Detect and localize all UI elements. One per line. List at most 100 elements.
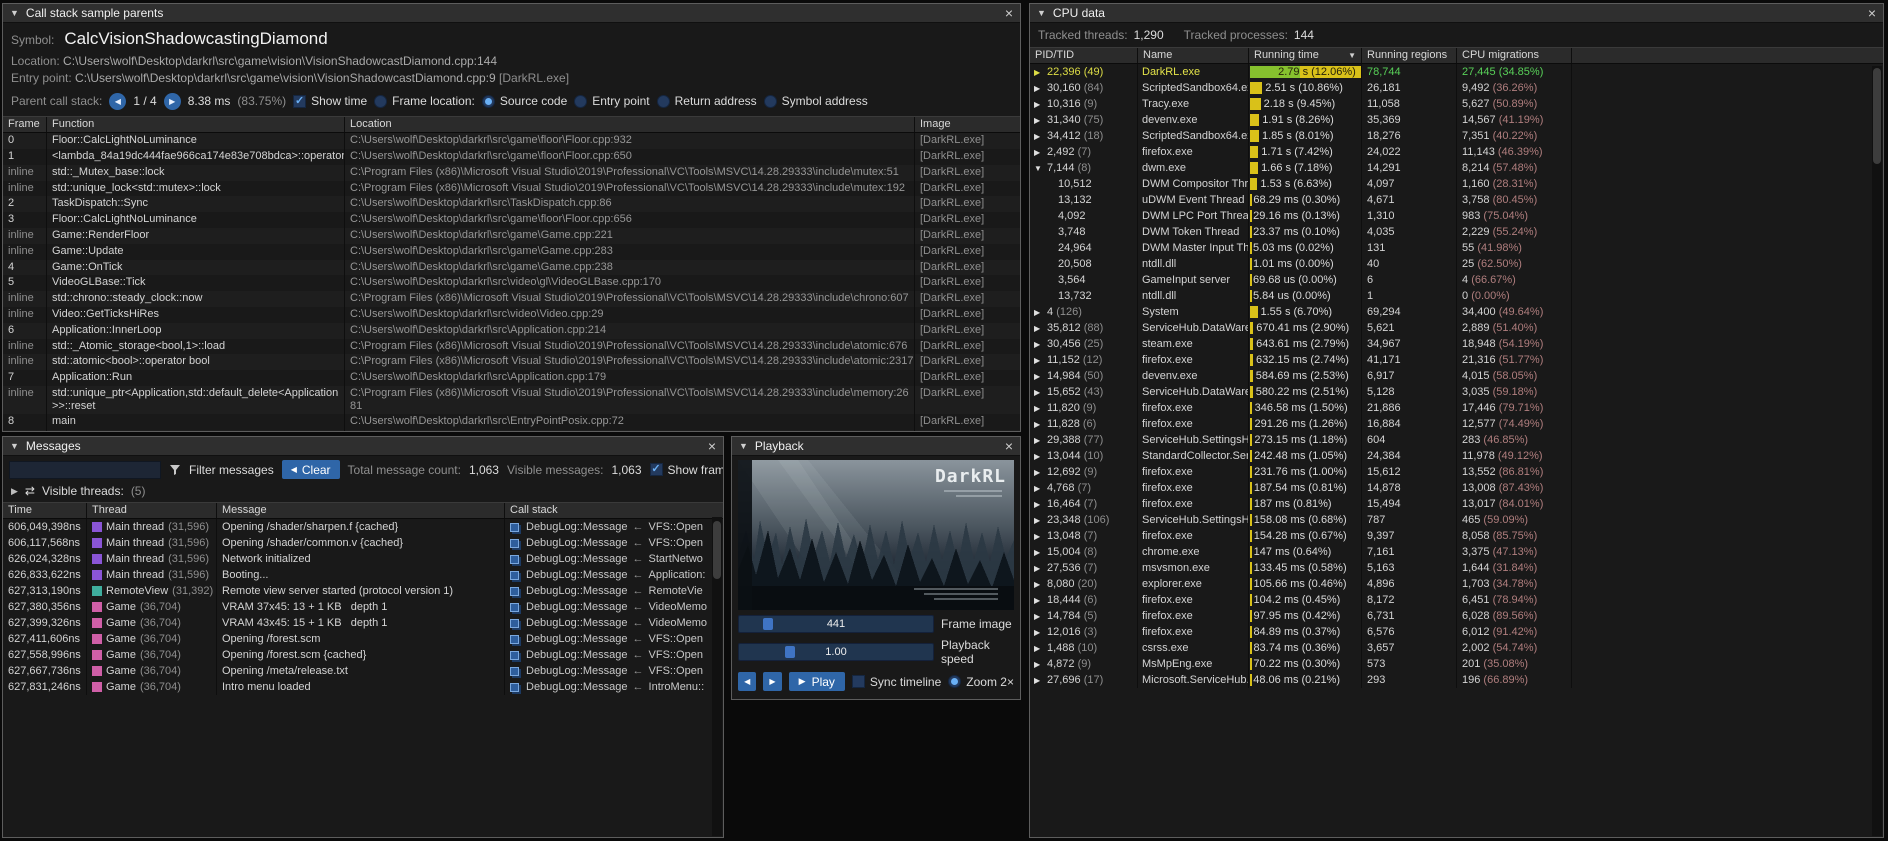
cell-callstack[interactable]: DebugLog::Message ← VFS::Open [505,663,723,679]
expand-icon[interactable]: ▼ [1034,161,1047,176]
cpu-process-row[interactable]: ▶10,316 (9) Tracy.exe 2.18 s (9.45%) 11,… [1030,96,1883,112]
cell-callstack[interactable]: DebugLog::Message ← VideoMemo [505,615,723,631]
callstack-row[interactable]: inline Video::GetTicksHiRes C:\Users\wol… [3,307,1020,323]
radio-symbol-address[interactable]: Symbol address [764,94,868,108]
cpu-process-row[interactable]: 10,512 DWM Compositor Thread 1.53 s (6.6… [1030,176,1883,192]
cpu-process-row[interactable]: ▶11,828 (6) firefox.exe 291.26 ms (1.26%… [1030,416,1883,432]
messages-scrollbar[interactable] [712,517,722,836]
cpu-process-row[interactable]: 20,508 ntdll.dll 1.01 ms (0.00%) 40 25 (… [1030,256,1883,272]
callstack-row[interactable]: 8 main C:\Users\wolf\Desktop\darkrl\src\… [3,414,1020,430]
expand-icon[interactable]: ▶ [1034,497,1047,512]
step-back-button[interactable]: ◀ [738,672,756,691]
message-row[interactable]: 627,313,190ns RemoteView (31,392) Remote… [3,583,723,599]
callstack-row[interactable]: 5 VideoGLBase::Tick C:\Users\wolf\Deskto… [3,275,1020,291]
cpu-process-row[interactable]: ▶12,016 (3) firefox.exe 84.89 ms (0.37%)… [1030,624,1883,640]
cpu-process-row[interactable]: 13,132 uDWM Event Thread 68.29 ms (0.30%… [1030,192,1883,208]
collapse-icon[interactable]: ▼ [1037,4,1046,23]
message-row[interactable]: 627,558,996ns Game (36,704) Opening /for… [3,647,723,663]
cell-callstack[interactable]: DebugLog::Message ← VFS::Open [505,631,723,647]
shuffle-icon[interactable]: ⇄ [25,484,35,498]
expand-icon[interactable]: ▶ [1034,449,1047,464]
cpu-process-row[interactable]: ▶11,820 (9) firefox.exe 346.58 ms (1.50%… [1030,400,1883,416]
radio-entry-point[interactable]: Entry point [574,94,649,108]
cpu-process-row[interactable]: ▶31,340 (75) devenv.exe 1.91 s (8.26%) 3… [1030,112,1883,128]
cpu-process-row[interactable]: ▶29,388 (77) ServiceHub.SettingsHost 273… [1030,432,1883,448]
callstack-row[interactable]: 4 Game::OnTick C:\Users\wolf\Desktop\dar… [3,260,1020,276]
expand-icon[interactable]: ▶ [1034,481,1047,496]
callstack-row[interactable]: inline std::atomic<bool>::operator bool … [3,354,1020,370]
expand-icon[interactable]: ▶ [1034,353,1047,368]
cpu-process-row[interactable]: ▶14,984 (50) devenv.exe 584.69 ms (2.53%… [1030,368,1883,384]
sync-timeline-checkbox[interactable]: Sync timeline [852,675,941,689]
callstack-row[interactable]: inline std::_Mutex_base::lock C:\Program… [3,165,1020,181]
expand-icon[interactable]: ▶ [1034,577,1047,592]
cpu-process-row[interactable]: ▼7,144 (8) dwm.exe 1.66 s (7.18%) 14,291… [1030,160,1883,176]
message-row[interactable]: 606,049,398ns Main thread (31,596) Openi… [3,519,723,535]
expand-icon[interactable]: ▶ [11,486,18,497]
expand-icon[interactable]: ▶ [1034,561,1047,576]
close-icon[interactable]: × [1005,4,1013,23]
cell-callstack[interactable]: DebugLog::Message ← VFS::Open [505,519,723,535]
expand-icon[interactable]: ▶ [1034,65,1047,80]
message-row[interactable]: 606,117,568ns Main thread (31,596) Openi… [3,535,723,551]
cpu-process-row[interactable]: ▶16,464 (7) firefox.exe 187 ms (0.81%) 1… [1030,496,1883,512]
collapse-icon[interactable]: ▼ [739,437,748,456]
cpu-process-row[interactable]: ▶34,412 (18) ScriptedSandbox64.exe 1.85 … [1030,128,1883,144]
show-frame-checkbox[interactable]: ✓ Show frame [650,463,723,477]
column-header-pid[interactable]: PID/TID [1030,48,1138,63]
step-forward-button[interactable]: ▶ [763,672,781,691]
callstack-row[interactable]: inline Game::RenderFloor C:\Users\wolf\D… [3,228,1020,244]
radio-source-code[interactable]: Source code [482,94,567,108]
expand-icon[interactable]: ▶ [1034,433,1047,448]
callstack-row[interactable]: 1 <lambda_84a19dc444fae966ca174e83e708bd… [3,149,1020,165]
expand-icon[interactable]: ▶ [1034,465,1047,480]
cpu-process-row[interactable]: ▶4 (126) System 1.55 s (6.70%) 69,294 34… [1030,304,1883,320]
expand-icon[interactable]: ▶ [1034,145,1047,160]
close-icon[interactable]: × [1868,4,1876,23]
expand-icon[interactable]: ▶ [1034,657,1047,672]
expand-icon[interactable]: ▶ [1034,529,1047,544]
close-icon[interactable]: × [708,437,716,456]
cpu-process-row[interactable]: ▶12,692 (9) firefox.exe 231.76 ms (1.00%… [1030,464,1883,480]
cpu-process-row[interactable]: ▶15,004 (8) chrome.exe 147 ms (0.64%) 7,… [1030,544,1883,560]
message-row[interactable]: 627,667,736ns Game (36,704) Opening /met… [3,663,723,679]
next-parent-button[interactable]: ▶ [164,93,181,110]
cell-callstack[interactable]: DebugLog::Message ← VideoMemo [505,599,723,615]
callstack-row[interactable]: 7 Application::Run C:\Users\wolf\Desktop… [3,370,1020,386]
callstack-row[interactable]: inline invoke_main d:\agent\_work\63\s\s… [3,430,1020,431]
playback-speed-slider[interactable]: 1.00 [738,643,934,661]
expand-icon[interactable]: ▶ [1034,81,1047,96]
expand-icon[interactable]: ▶ [1034,417,1047,432]
cpu-process-row[interactable]: ▶4,768 (7) firefox.exe 187.54 ms (0.81%)… [1030,480,1883,496]
cpu-process-row[interactable]: ▶2,492 (7) firefox.exe 1.71 s (7.42%) 24… [1030,144,1883,160]
cpu-process-row[interactable]: ▶14,784 (5) firefox.exe 97.95 ms (0.42%)… [1030,608,1883,624]
cpu-process-row[interactable]: ▶4,872 (9) MsMpEng.exe 70.22 ms (0.30%) … [1030,656,1883,672]
expand-icon[interactable]: ▶ [1034,593,1047,608]
expand-icon[interactable]: ▶ [1034,321,1047,336]
collapse-icon[interactable]: ▼ [10,4,19,23]
clear-button[interactable]: ◀ Clear [282,460,340,479]
callstack-row[interactable]: inline std::unique_lock<std::mutex>::loc… [3,181,1020,197]
cpu-process-row[interactable]: ▶22,396 (49) DarkRL.exe 2.79 s (12.06%) … [1030,64,1883,80]
cpu-process-row[interactable]: ▶30,456 (25) steam.exe 643.61 ms (2.79%)… [1030,336,1883,352]
column-header-running-regions[interactable]: Running regions [1362,48,1457,63]
expand-icon[interactable]: ▶ [1034,337,1047,352]
callstack-row[interactable]: inline Game::Update C:\Users\wolf\Deskto… [3,244,1020,260]
column-header-name[interactable]: Name [1138,48,1249,63]
scrollbar-thumb[interactable] [713,521,721,579]
expand-icon[interactable]: ▶ [1034,641,1047,656]
cpu-process-row[interactable]: ▶30,160 (84) ScriptedSandbox64.exe 2.51 … [1030,80,1883,96]
cpu-process-row[interactable]: ▶13,048 (7) firefox.exe 154.28 ms (0.67%… [1030,528,1883,544]
visible-threads-row[interactable]: ▶ ⇄ Visible threads: (5) [3,483,723,502]
frame-location-group[interactable]: Frame location: [374,94,475,108]
callstack-row[interactable]: 2 TaskDispatch::Sync C:\Users\wolf\Deskt… [3,196,1020,212]
expand-icon[interactable]: ▶ [1034,369,1047,384]
expand-icon[interactable]: ▶ [1034,673,1047,688]
cpu-process-row[interactable]: ▶23,348 (106) ServiceHub.SettingsHost 15… [1030,512,1883,528]
cell-callstack[interactable]: DebugLog::Message ← RemoteVie [505,583,723,599]
message-row[interactable]: 626,024,328ns Main thread (31,596) Netwo… [3,551,723,567]
expand-icon[interactable]: ▶ [1034,97,1047,112]
cpu-process-row[interactable]: ▶27,696 (17) Microsoft.ServiceHub.Co 48.… [1030,672,1883,688]
expand-icon[interactable]: ▶ [1034,113,1047,128]
expand-icon[interactable]: ▶ [1034,305,1047,320]
